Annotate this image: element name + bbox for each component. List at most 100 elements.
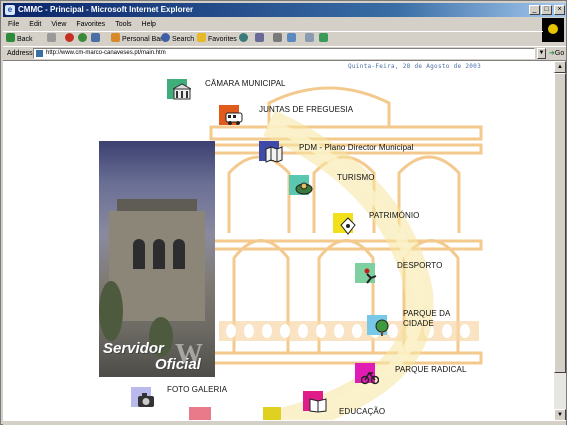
map-icon: [259, 141, 283, 165]
stop-icon: [65, 33, 74, 42]
scroll-thumb[interactable]: [554, 73, 566, 373]
refresh-button[interactable]: [78, 33, 89, 45]
nav-label-camara: CÂMARA MUNICIPAL: [205, 79, 286, 88]
forward-button[interactable]: [47, 33, 58, 45]
sport-icon: [355, 263, 379, 287]
windows-logo-icon: [542, 18, 564, 42]
home-icon: [91, 33, 100, 42]
stop-button[interactable]: [65, 33, 76, 45]
nav-patrimonio[interactable]: PATRIMÓNIO: [333, 209, 473, 239]
search-button[interactable]: Search: [161, 33, 194, 45]
browser-window: e CMMC - Principal - Microsoft Internet …: [0, 0, 567, 425]
search-label: Search: [172, 36, 195, 43]
messenger-button[interactable]: [319, 33, 330, 45]
menu-file[interactable]: File: [3, 19, 24, 31]
search-icon: [161, 33, 170, 42]
back-arrow-icon: [6, 33, 15, 42]
personal-bar-button[interactable]: Personal Bar: [111, 33, 162, 45]
favorites-icon: [197, 33, 206, 42]
address-url: http://www.cm-marco-canaveses.pt/main.ht…: [46, 50, 166, 56]
photo-window: [153, 239, 165, 269]
scroll-up-button[interactable]: ▲: [554, 61, 566, 73]
menu-favorites[interactable]: Favorites: [71, 19, 110, 31]
camera-icon: [131, 387, 155, 411]
toolbar: Back Personal Bar Search Favorites: [3, 31, 543, 45]
nav-educacao[interactable]: EDUCAÇÃO: [303, 389, 413, 419]
menu-bar: File Edit View Favorites Tools Help: [3, 18, 543, 30]
nav-label-turismo: TURISMO: [337, 173, 375, 182]
building-icon: [167, 79, 191, 103]
current-date: Quinta-Feira, 28 de Agosto de 2003: [347, 63, 481, 70]
address-dropdown-button[interactable]: ▼: [537, 48, 546, 59]
photo-tree: [99, 281, 123, 341]
book-icon: [303, 391, 327, 415]
status-bar: [3, 420, 566, 425]
favorites-button[interactable]: Favorites: [197, 33, 237, 45]
site-content: Quinta-Feira, 28 de Agosto de 2003 W Ser…: [99, 63, 485, 420]
edit-icon: [287, 33, 296, 42]
menu-tools[interactable]: Tools: [110, 19, 136, 31]
partial-nav-icon[interactable]: [263, 407, 281, 420]
photo-window: [173, 239, 185, 269]
mail-button[interactable]: [255, 33, 266, 45]
personal-bar-label: Personal Bar: [122, 36, 163, 43]
address-label: Address: [7, 50, 33, 57]
print-icon: [273, 33, 282, 42]
refresh-icon: [78, 33, 87, 42]
forward-arrow-icon: [47, 33, 56, 42]
monument-icon: [333, 213, 357, 237]
personal-bar-icon: [111, 33, 120, 42]
close-button[interactable]: ×: [554, 5, 565, 15]
menu-help[interactable]: Help: [137, 19, 161, 31]
bus-icon: [219, 105, 243, 129]
nav-juntas-freguesia[interactable]: JUNTAS DE FREGUESIA: [219, 103, 369, 133]
print-button[interactable]: [273, 33, 284, 45]
address-input[interactable]: http://www.cm-marco-canaveses.pt/main.ht…: [33, 48, 535, 59]
tourism-icon: [289, 175, 313, 199]
nav-label-foto-galeria: FOTO GALERIA: [167, 385, 228, 394]
nav-desporto[interactable]: DESPORTO: [355, 259, 475, 289]
nav-label-educacao: EDUCAÇÃO: [339, 407, 386, 416]
maximize-button[interactable]: □: [541, 5, 552, 15]
minimize-button[interactable]: _: [529, 5, 540, 15]
history-icon: [239, 33, 248, 42]
vertical-scrollbar[interactable]: ▲ ▼: [554, 61, 566, 420]
back-label: Back: [17, 36, 33, 43]
history-button[interactable]: [239, 33, 250, 45]
window-title: CMMC - Principal - Microsoft Internet Ex…: [18, 5, 194, 14]
address-bar: Address http://www.cm-marco-canaveses.pt…: [3, 46, 566, 59]
menu-view[interactable]: View: [46, 19, 71, 31]
back-button[interactable]: Back: [6, 33, 33, 45]
town-hall-photo: W Servidor Oficial: [99, 141, 215, 377]
go-button[interactable]: ➔Go: [549, 48, 564, 59]
page-icon: [36, 50, 43, 57]
menu-edit[interactable]: Edit: [24, 19, 46, 31]
messenger-icon: [319, 33, 328, 42]
go-label: Go: [554, 50, 565, 57]
tree-icon: [367, 315, 391, 339]
nav-label-pdm: PDM - Plano Director Municipal: [299, 143, 414, 152]
nav-label-parque-cidade: PARQUE DA CIDADE: [403, 309, 450, 328]
nav-turismo[interactable]: TURISMO: [289, 173, 429, 201]
nav-label-parque-radical: PARQUE RADICAL: [395, 365, 467, 374]
nav-pdm[interactable]: PDM - Plano Director Municipal: [259, 141, 479, 167]
discuss-button[interactable]: [305, 33, 316, 45]
nav-parque-radical[interactable]: PARQUE RADICAL: [355, 361, 485, 391]
discuss-icon: [305, 33, 314, 42]
banner-servidor: Servidor: [103, 340, 164, 357]
bike-icon: [355, 363, 379, 387]
favorites-label: Favorites: [208, 36, 237, 43]
page-viewport: Quinta-Feira, 28 de Agosto de 2003 W Ser…: [3, 60, 566, 420]
title-bar: e CMMC - Principal - Microsoft Internet …: [3, 3, 566, 17]
edit-button[interactable]: [287, 33, 298, 45]
mail-icon: [255, 33, 264, 42]
banner-oficial: Oficial: [155, 356, 201, 373]
photo-window: [133, 239, 145, 269]
scroll-down-button[interactable]: ▼: [554, 409, 566, 420]
nav-camara-municipal[interactable]: CÂMARA MUNICIPAL: [167, 77, 347, 105]
home-button[interactable]: [91, 33, 102, 45]
ie-logo-icon: e: [5, 5, 15, 15]
nav-label-juntas: JUNTAS DE FREGUESIA: [259, 105, 354, 114]
nav-parque-cidade[interactable]: PARQUE DA CIDADE: [367, 309, 477, 343]
partial-nav-icon[interactable]: [189, 407, 211, 420]
